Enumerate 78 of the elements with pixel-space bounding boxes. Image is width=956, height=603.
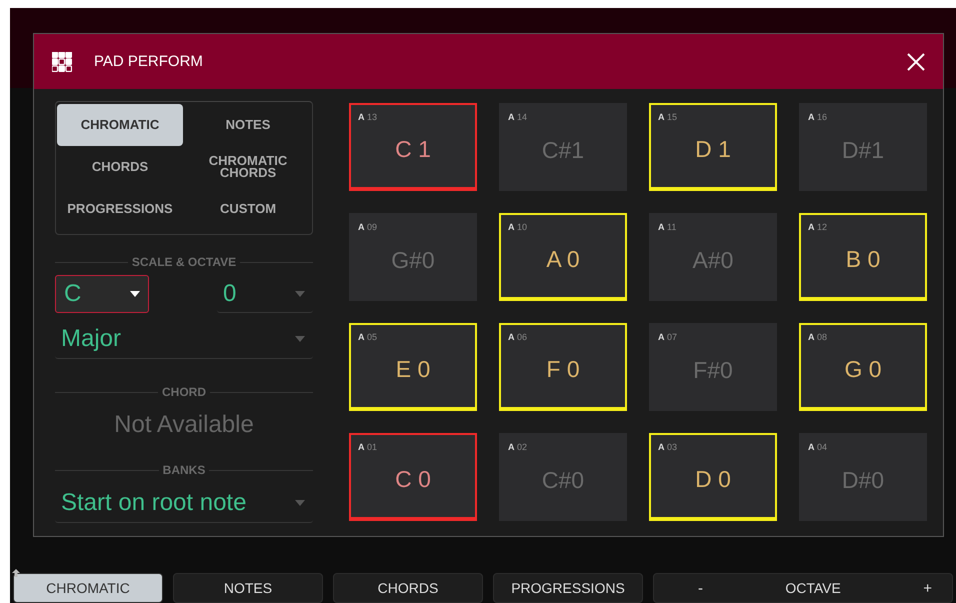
caret-icon bbox=[130, 291, 140, 297]
pad-label: A 03 bbox=[658, 442, 678, 452]
mode-tab[interactable]: NOTES bbox=[185, 104, 311, 146]
close-button[interactable] bbox=[907, 52, 925, 70]
pad-note: D#0 bbox=[842, 466, 884, 494]
pad-label: A 06 bbox=[508, 332, 528, 342]
pad-note: F#0 bbox=[693, 356, 733, 384]
pad-label: A 14 bbox=[508, 112, 528, 122]
octave-down-button[interactable]: - bbox=[694, 580, 707, 596]
pad-note: B 0 bbox=[846, 246, 880, 272]
pad[interactable]: A 10 A 0 bbox=[499, 213, 627, 301]
pad-label: A 02 bbox=[508, 442, 528, 452]
pad-note: C#0 bbox=[542, 466, 584, 494]
pad[interactable]: A 08 G 0 bbox=[799, 323, 927, 411]
bottom-tab[interactable]: NOTES bbox=[173, 573, 323, 603]
pad[interactable]: A 03 D 0 bbox=[649, 433, 777, 521]
pad[interactable]: A 14 C#1 bbox=[499, 103, 627, 191]
pad[interactable]: A 01 C 0 bbox=[349, 433, 477, 521]
pad-note: A#0 bbox=[692, 246, 734, 274]
mode-tab[interactable]: CHORDS bbox=[57, 146, 183, 188]
caret-icon bbox=[295, 336, 305, 342]
mode-tab[interactable]: CHROMATIC bbox=[57, 104, 183, 146]
pad-label: A 13 bbox=[358, 112, 378, 122]
octave-dropdown[interactable]: 0 bbox=[217, 275, 313, 313]
section-heading: BANKS bbox=[162, 463, 206, 477]
pad-label: A 10 bbox=[508, 222, 528, 232]
pad-note: A 0 bbox=[546, 246, 580, 272]
caret-icon bbox=[295, 500, 305, 506]
section-heading: SCALE & OCTAVE bbox=[132, 255, 236, 269]
dialog-title: PAD PERFORM bbox=[94, 53, 203, 70]
bottom-tab[interactable]: CHROMATIC bbox=[13, 573, 163, 603]
chord-value: Not Available bbox=[113, 411, 255, 439]
pad-note: C#1 bbox=[542, 136, 584, 164]
pad-note: E 0 bbox=[396, 356, 430, 382]
pad[interactable]: A 16 D#1 bbox=[799, 103, 927, 191]
pad-note: F 0 bbox=[546, 356, 580, 382]
close-icon bbox=[907, 52, 925, 70]
banks-dropdown[interactable]: Start on root note bbox=[55, 483, 313, 523]
mode-tab[interactable]: CHROMATIC CHORDS bbox=[185, 146, 311, 188]
pad-note: C 0 bbox=[395, 466, 431, 492]
pad-label: A 07 bbox=[658, 332, 678, 342]
pad-label: A 04 bbox=[808, 442, 828, 452]
pad[interactable]: A 07 F#0 bbox=[649, 323, 777, 411]
pad[interactable]: A 13 C 1 bbox=[349, 103, 477, 191]
pad-note: D 1 bbox=[695, 136, 731, 162]
scale-dropdown[interactable]: Major bbox=[55, 319, 313, 359]
pad-label: A 11 bbox=[658, 222, 676, 232]
pad-label: A 01 bbox=[358, 442, 378, 452]
caret-icon bbox=[295, 290, 305, 296]
pad-note: D 0 bbox=[695, 466, 731, 492]
pad-note: G 0 bbox=[844, 356, 882, 382]
arrow-up-icon bbox=[12, 569, 20, 577]
mode-tab[interactable]: CUSTOM bbox=[185, 188, 311, 230]
pad-note: G#0 bbox=[391, 246, 435, 274]
section-heading: CHORD bbox=[162, 385, 206, 399]
pad-label: A 16 bbox=[808, 112, 828, 122]
pad[interactable]: A 04 D#0 bbox=[799, 433, 927, 521]
pad[interactable]: A 05 E 0 bbox=[349, 323, 477, 411]
octave-up-button[interactable]: + bbox=[919, 580, 936, 596]
pad-label: A 08 bbox=[808, 332, 828, 342]
pad[interactable]: A 09 G#0 bbox=[349, 213, 477, 301]
pad[interactable]: A 11 A#0 bbox=[649, 213, 777, 301]
pad-label: A 05 bbox=[358, 332, 378, 342]
pad[interactable]: A 12 B 0 bbox=[799, 213, 927, 301]
bottom-tab[interactable]: PROGRESSIONS bbox=[493, 573, 643, 603]
pad-label: A 09 bbox=[358, 222, 378, 232]
bottom-tab[interactable]: CHORDS bbox=[333, 573, 483, 603]
pad[interactable]: A 15 D 1 bbox=[649, 103, 777, 191]
grid-icon bbox=[52, 52, 72, 72]
pad-label: A 12 bbox=[808, 222, 828, 232]
root-dropdown[interactable]: C bbox=[55, 275, 149, 313]
octave-label: OCTAVE bbox=[785, 580, 841, 596]
pad-label: A 15 bbox=[658, 112, 678, 122]
mode-tab[interactable]: PROGRESSIONS bbox=[57, 188, 183, 230]
pad-note: C 1 bbox=[395, 136, 431, 162]
pad-note: D#1 bbox=[842, 136, 884, 164]
pad[interactable]: A 06 F 0 bbox=[499, 323, 627, 411]
pad[interactable]: A 02 C#0 bbox=[499, 433, 627, 521]
